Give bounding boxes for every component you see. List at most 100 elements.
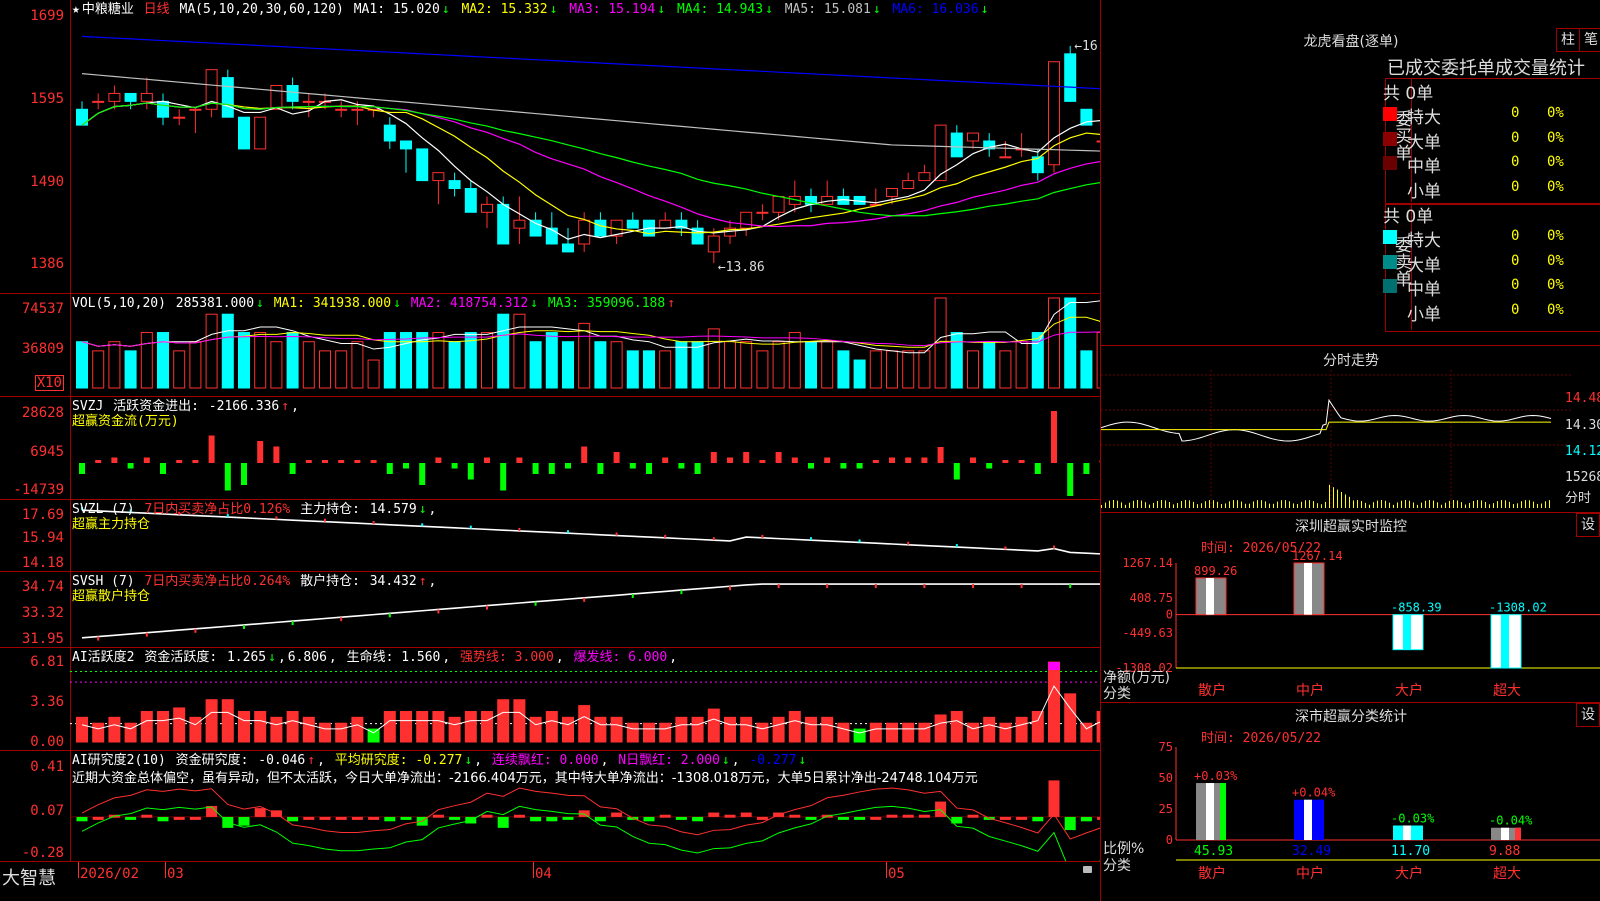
svsh-tick	[97, 637, 99, 641]
monitor-xlabel: 分类	[1103, 683, 1131, 703]
activity-bar	[271, 717, 282, 742]
volume-bar	[725, 342, 736, 388]
bar-view-button[interactable]: 柱	[1556, 28, 1580, 52]
volume-pane[interactable]: 74537 36809 X10 VOL(5,10,20) 285381.000↓…	[0, 294, 1100, 397]
research-bar	[336, 817, 347, 820]
activity-bar	[109, 717, 120, 742]
volume-bar	[644, 351, 655, 388]
activity-bar	[482, 711, 493, 742]
candle-body	[190, 109, 201, 110]
period-label[interactable]: 日线	[144, 2, 170, 17]
candle-body	[741, 212, 752, 228]
vol-ma3-arrow-icon: ↑	[667, 296, 675, 311]
intraday-volume-bar	[1121, 502, 1122, 508]
svzj-bar	[192, 460, 198, 463]
ma-item-6: MA6: 16.036	[892, 2, 978, 17]
dragon-subtitle: 已成交委托单成交量统计	[1387, 54, 1585, 80]
intraday-chart[interactable]	[1101, 370, 1571, 510]
activity-bar	[384, 711, 395, 742]
research-bar	[384, 817, 395, 821]
classify-chart[interactable]: 7550250+0.03%45.93散户+0.04%32.49中户-0.03%1…	[1101, 703, 1600, 901]
intraday-volume-bar	[1201, 503, 1202, 508]
sell-row-percent-1: 0%	[1547, 253, 1564, 269]
activity-bar	[255, 711, 266, 742]
svzj-bar	[889, 458, 895, 464]
intraday-volume-bar	[1477, 500, 1478, 508]
volume-bar	[109, 342, 120, 388]
research-bar	[1049, 780, 1060, 817]
ma-params: MA(5,10,20,30,60,120)	[180, 2, 344, 17]
intraday-volume-bar	[1449, 501, 1450, 508]
svzl-legend: SVZL (7) 7日内买卖净占比0.126% 主力持仓: 14.579↓, 超…	[72, 502, 438, 532]
dragon-title: 龙虎看盘(逐单)	[1101, 31, 1600, 51]
intraday-volume-bar	[1393, 505, 1394, 508]
buy-row-name-3: 小单	[1407, 177, 1441, 202]
brand-logo[interactable]: 大智慧	[2, 864, 56, 890]
classify-axis-label-2: 25	[1159, 802, 1173, 816]
intraday-volume-bar	[1281, 500, 1282, 508]
intraday-volume-bar	[1541, 504, 1542, 508]
svsh-tick	[1069, 584, 1071, 588]
buy-row-value-2: 0	[1511, 154, 1519, 170]
volume-axis-label-1: 36809	[22, 342, 64, 356]
svzj-bar	[840, 463, 846, 469]
research-bar	[725, 815, 736, 818]
tick-view-button[interactable]: 笔	[1579, 28, 1600, 52]
intraday-volume-bar	[1353, 500, 1354, 508]
research-bar	[498, 817, 509, 828]
res-comma4: ,	[732, 753, 740, 768]
svzj-bar	[419, 463, 425, 485]
activity-bar	[1065, 694, 1076, 742]
intraday-volume-bar	[1213, 500, 1214, 508]
intraday-panel[interactable]: 分时走势 14.48 14.30 14.12 15268 分时	[1100, 345, 1600, 513]
classify-bar-edge-1	[1318, 800, 1324, 840]
intraday-volume-bar	[1369, 505, 1370, 508]
svsh-label1: 7日内买卖净占比0.264%	[144, 574, 290, 589]
sell-row-percent-2: 0%	[1547, 277, 1564, 293]
research-bar	[320, 817, 331, 820]
candlestick-chart[interactable]: ←16.60←13.86	[70, 0, 1100, 293]
intraday-volume-bar	[1357, 500, 1358, 508]
research-bar	[449, 817, 460, 820]
intraday-volume-bar	[1169, 502, 1170, 508]
monitor-chart[interactable]: 1267.14408.750-449.63-1308.02899.26散户126…	[1101, 513, 1600, 703]
svzj-legend: SVZJ 活跃资金进出: -2166.336↑, 超赢资金流(万元)	[72, 399, 301, 429]
buy-total: 共 0单	[1383, 79, 1433, 104]
activity-line	[82, 686, 1100, 733]
research-bar	[676, 817, 687, 820]
classify-bar-highlight-2	[1403, 825, 1411, 840]
svzj-pane[interactable]: 28628 6945 -14739 SVZJ 活跃资金进出: -2166.336…	[0, 397, 1100, 500]
svsh-value: 34.432	[370, 574, 417, 589]
intraday-volume-bar	[1333, 487, 1334, 508]
research-bar	[595, 817, 606, 821]
ma-item-1: MA1: 15.020	[354, 2, 440, 17]
svzl-tick	[567, 530, 569, 533]
star-icon[interactable]: ★	[72, 2, 80, 17]
svzj-bar	[1002, 460, 1008, 463]
candle-body	[1000, 157, 1011, 158]
svzl-pane[interactable]: 17.69 15.94 14.18 SVZL (7) 7日内买卖净占比0.126…	[0, 500, 1100, 572]
ai-research-pane[interactable]: 0.41 0.07 -0.28 AI研究度2(10) 资金研究度: -0.046…	[0, 751, 1100, 862]
candle-body	[401, 141, 412, 149]
volume-bar	[77, 342, 88, 388]
svzj-bar	[500, 463, 506, 491]
ma-item-arrow-icon-1: ↓	[442, 2, 450, 17]
ma-item-gap-4	[775, 2, 783, 17]
lock-icon[interactable]	[1083, 866, 1092, 873]
monitor-panel[interactable]: 深圳超赢实时监控 设 时间: 2026/05/22 1267.14408.750…	[1100, 512, 1600, 703]
ai-research-legend: AI研究度2(10) 资金研究度: -0.046↑, 平均研究度: -0.277…	[72, 753, 980, 790]
sell-row-value-1: 0	[1511, 253, 1519, 269]
svzj-bar	[873, 460, 879, 463]
monitor-category-2: 大户	[1395, 682, 1423, 699]
volume-bar	[320, 351, 331, 388]
ai-active-pane[interactable]: 6.81 3.36 0.00 AI活跃度2 资金活跃度: 1.265↓,6.80…	[0, 648, 1100, 751]
price-pane[interactable]: 1699 1595 1490 1386 ←16.60←13.86 ★中粮糖业 日…	[0, 0, 1100, 294]
candle-body	[158, 101, 169, 117]
svsh-pane[interactable]: 34.74 33.32 31.95 SVSH (7) 7日内买卖净占比0.264…	[0, 572, 1100, 648]
price-axis: 1699 1595 1490 1386	[0, 0, 71, 293]
volume-bar	[773, 342, 784, 388]
research-bar	[255, 808, 266, 817]
classify-panel[interactable]: 深市超赢分类统计 设 时间: 2026/05/22 7550250+0.03%4…	[1100, 702, 1600, 901]
intraday-volume-bar	[1533, 502, 1534, 508]
research-red-line	[82, 788, 1100, 839]
